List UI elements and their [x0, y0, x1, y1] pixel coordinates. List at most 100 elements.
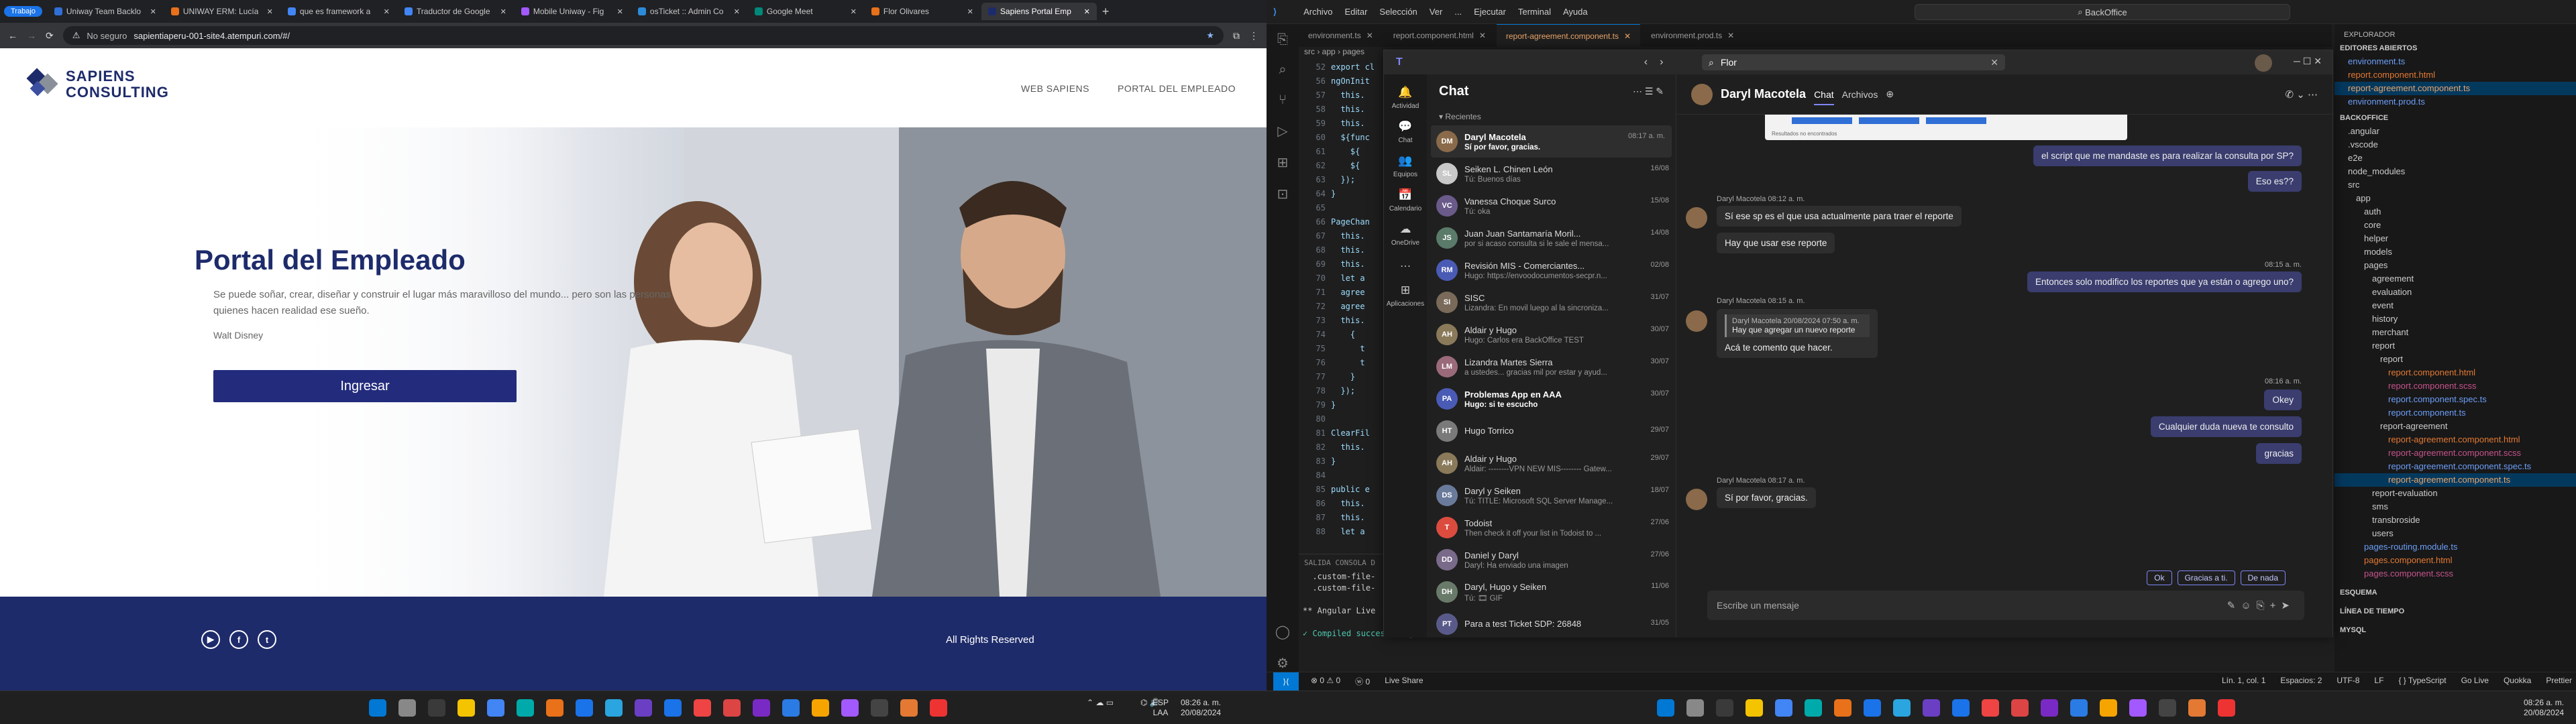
tab-close-icon[interactable]: ✕: [617, 7, 623, 16]
avatar[interactable]: JS: [1436, 227, 1458, 249]
avatar[interactable]: AH: [1436, 324, 1458, 345]
taskbar-app-icon[interactable]: [723, 699, 741, 717]
status-item[interactable]: { } TypeScript: [2398, 676, 2446, 687]
file-tree-item[interactable]: report-agreement.component.scss: [2334, 446, 2576, 460]
rail-item[interactable]: 📅 Calendario: [1389, 188, 1421, 213]
reload-icon[interactable]: ⟳: [46, 30, 54, 42]
menu-item[interactable]: ...: [1454, 7, 1462, 17]
file-tree-item[interactable]: users: [2334, 527, 2576, 540]
nav-link-web-sapiens[interactable]: WEB SAPIENS: [1021, 83, 1089, 94]
taskbar-app-icon[interactable]: [812, 699, 829, 717]
taskbar-app-icon[interactable]: [694, 699, 711, 717]
teams-search[interactable]: ⌕ Flor ✕: [1702, 54, 2005, 70]
call-icon[interactable]: ✆ ⌄ ⋯: [2286, 88, 2318, 101]
file-tree-item[interactable]: pages: [2334, 259, 2576, 272]
file-tree-item[interactable]: report.component.ts: [2334, 406, 2576, 420]
tab-close-icon[interactable]: ✕: [1479, 31, 1486, 40]
tray-icons[interactable]: ⌃ ☁ ▭: [1087, 698, 1114, 708]
tab-close-icon[interactable]: ✕: [384, 7, 390, 16]
taskbar-app-icon[interactable]: [2159, 699, 2176, 717]
file-tree-item[interactable]: environment.ts: [2334, 55, 2576, 68]
nav-forward-icon[interactable]: ›: [1660, 56, 1663, 68]
taskbar-app-icon[interactable]: [2100, 699, 2117, 717]
file-tree-item[interactable]: auth: [2334, 205, 2576, 219]
file-tree-item[interactable]: sms: [2334, 500, 2576, 514]
extensions-icon[interactable]: ⊞: [1277, 154, 1289, 171]
status-item[interactable]: Go Live: [2461, 676, 2489, 687]
menu-item[interactable]: Terminal: [1518, 7, 1551, 17]
run-debug-icon[interactable]: ▷: [1277, 123, 1287, 139]
file-tree-item[interactable]: report.component.scss: [2334, 379, 2576, 393]
file-tree-item[interactable]: core: [2334, 219, 2576, 232]
nav-link-portal-empleado[interactable]: PORTAL DEL EMPLEADO: [1118, 83, 1236, 94]
file-tree-item[interactable]: report: [2334, 339, 2576, 353]
clock-left[interactable]: 08:26 a. m. 20/08/2024: [1181, 698, 1221, 718]
file-tree-item[interactable]: report: [2334, 353, 2576, 366]
message-bubble-with-quote[interactable]: Daryl Macotela 20/08/2024 07:50 a. m. Ha…: [1717, 309, 1878, 358]
tab-close-icon[interactable]: ✕: [1084, 7, 1090, 16]
taskbar-app-icon[interactable]: [546, 699, 564, 717]
avatar[interactable]: PA: [1436, 388, 1458, 410]
message-bubble[interactable]: Sí por favor, gracias.: [1717, 487, 1816, 508]
taskbar-app-icon[interactable]: [841, 699, 859, 717]
editor-tab[interactable]: environment.prod.ts ✕: [1642, 24, 1743, 47]
taskbar-app-icon[interactable]: [1834, 699, 1851, 717]
file-tree-item[interactable]: e2e: [2334, 152, 2576, 165]
browser-tab[interactable]: Uniway Team Backlo ✕: [48, 3, 163, 20]
taskbar-app-icon[interactable]: [871, 699, 888, 717]
status-item[interactable]: Live Share: [1385, 676, 1423, 687]
remote-icon[interactable]: ⊡: [1277, 186, 1289, 202]
taskbar-app-icon[interactable]: [458, 699, 475, 717]
taskbar-app-icon[interactable]: [1657, 699, 1674, 717]
browser-tab[interactable]: Google Meet ✕: [748, 3, 863, 20]
taskbar-app-icon[interactable]: [2218, 699, 2235, 717]
facebook-icon[interactable]: f: [229, 630, 248, 649]
taskbar-app-icon[interactable]: [605, 699, 623, 717]
tab-close-icon[interactable]: ✕: [967, 7, 973, 16]
editor-tab[interactable]: environment.ts ✕: [1299, 24, 1383, 47]
taskbar-app-icon[interactable]: [2070, 699, 2088, 717]
file-tree-item[interactable]: report-agreement.component.html: [2334, 433, 2576, 446]
chat-list-item[interactable]: JS Juan Juan Santamaría Moril... 14/08 por …: [1427, 222, 1676, 254]
file-tree-item[interactable]: report.component.html: [2334, 366, 2576, 379]
message-bubble[interactable]: Entonces solo modifico los reportes que …: [2027, 272, 2302, 292]
tab-archivos[interactable]: Archivos: [1842, 89, 1878, 100]
tab-close-icon[interactable]: ✕: [150, 7, 156, 16]
file-tree-item[interactable]: report.component.spec.ts: [2334, 393, 2576, 406]
quick-reply-gracias[interactable]: Gracias a ti.: [2177, 570, 2235, 585]
source-control-icon[interactable]: ⑂: [1279, 93, 1287, 108]
avatar[interactable]: DM: [1436, 131, 1458, 152]
status-item[interactable]: Quokka: [2504, 676, 2531, 687]
taskbar-app-icon[interactable]: [635, 699, 652, 717]
message-bubble[interactable]: Eso es??: [2247, 171, 2302, 192]
extensions-icon[interactable]: ⧉: [1233, 30, 1240, 42]
taskbar-app-icon[interactable]: [1952, 699, 1970, 717]
chat-list-actions-icon[interactable]: ⋯ ☰ ✎: [1633, 86, 1664, 97]
login-button[interactable]: Ingresar: [213, 370, 517, 402]
menu-item[interactable]: Ayuda: [1563, 7, 1588, 17]
file-tree-item[interactable]: LÍNEA DE TIEMPO: [2334, 605, 2576, 618]
avatar[interactable]: HT: [1436, 420, 1458, 442]
menu-item[interactable]: Ejecutar: [1474, 7, 1506, 17]
chat-list-item[interactable]: SI SISC 31/07 Lizandra: En movil luego al l…: [1427, 286, 1676, 318]
avatar[interactable]: RM: [1436, 259, 1458, 281]
status-item[interactable]: LF: [2374, 676, 2383, 687]
avatar[interactable]: DD: [1436, 549, 1458, 570]
quick-reply-de-nada[interactable]: De nada: [2240, 570, 2286, 585]
taskbar-app-icon[interactable]: [1775, 699, 1792, 717]
chat-list-item[interactable]: T Todoist 27/06 Then check it off your list…: [1427, 511, 1676, 544]
message-bubble[interactable]: Sí ese sp es el que usa actualmente para…: [1717, 206, 1962, 227]
status-item[interactable]: UTF-8: [2337, 676, 2359, 687]
taskbar-app-icon[interactable]: [369, 699, 386, 717]
remote-indicator-icon[interactable]: ⟩⟨: [1273, 672, 1299, 691]
taskbar-app-icon[interactable]: [2129, 699, 2147, 717]
chat-list-item[interactable]: SL Seiken L. Chinen León 16/08 Tú: Buenos d…: [1427, 158, 1676, 190]
taskbar-app-icon[interactable]: [1923, 699, 1940, 717]
chat-list-item[interactable]: VC Vanessa Choque Surco 15/08 Tú: oka: [1427, 190, 1676, 222]
chat-list-item[interactable]: AH Aldair y Hugo 29/07 Aldair: --------VPN …: [1427, 447, 1676, 479]
file-tree-item[interactable]: pages.component.html: [2334, 554, 2576, 567]
file-tree-item[interactable]: report-evaluation: [2334, 487, 2576, 500]
browser-tab[interactable]: UNIWAY ERM: Lucía ✕: [164, 3, 280, 20]
avatar[interactable]: AH: [1436, 452, 1458, 474]
taskbar-app-icon[interactable]: [1982, 699, 1999, 717]
